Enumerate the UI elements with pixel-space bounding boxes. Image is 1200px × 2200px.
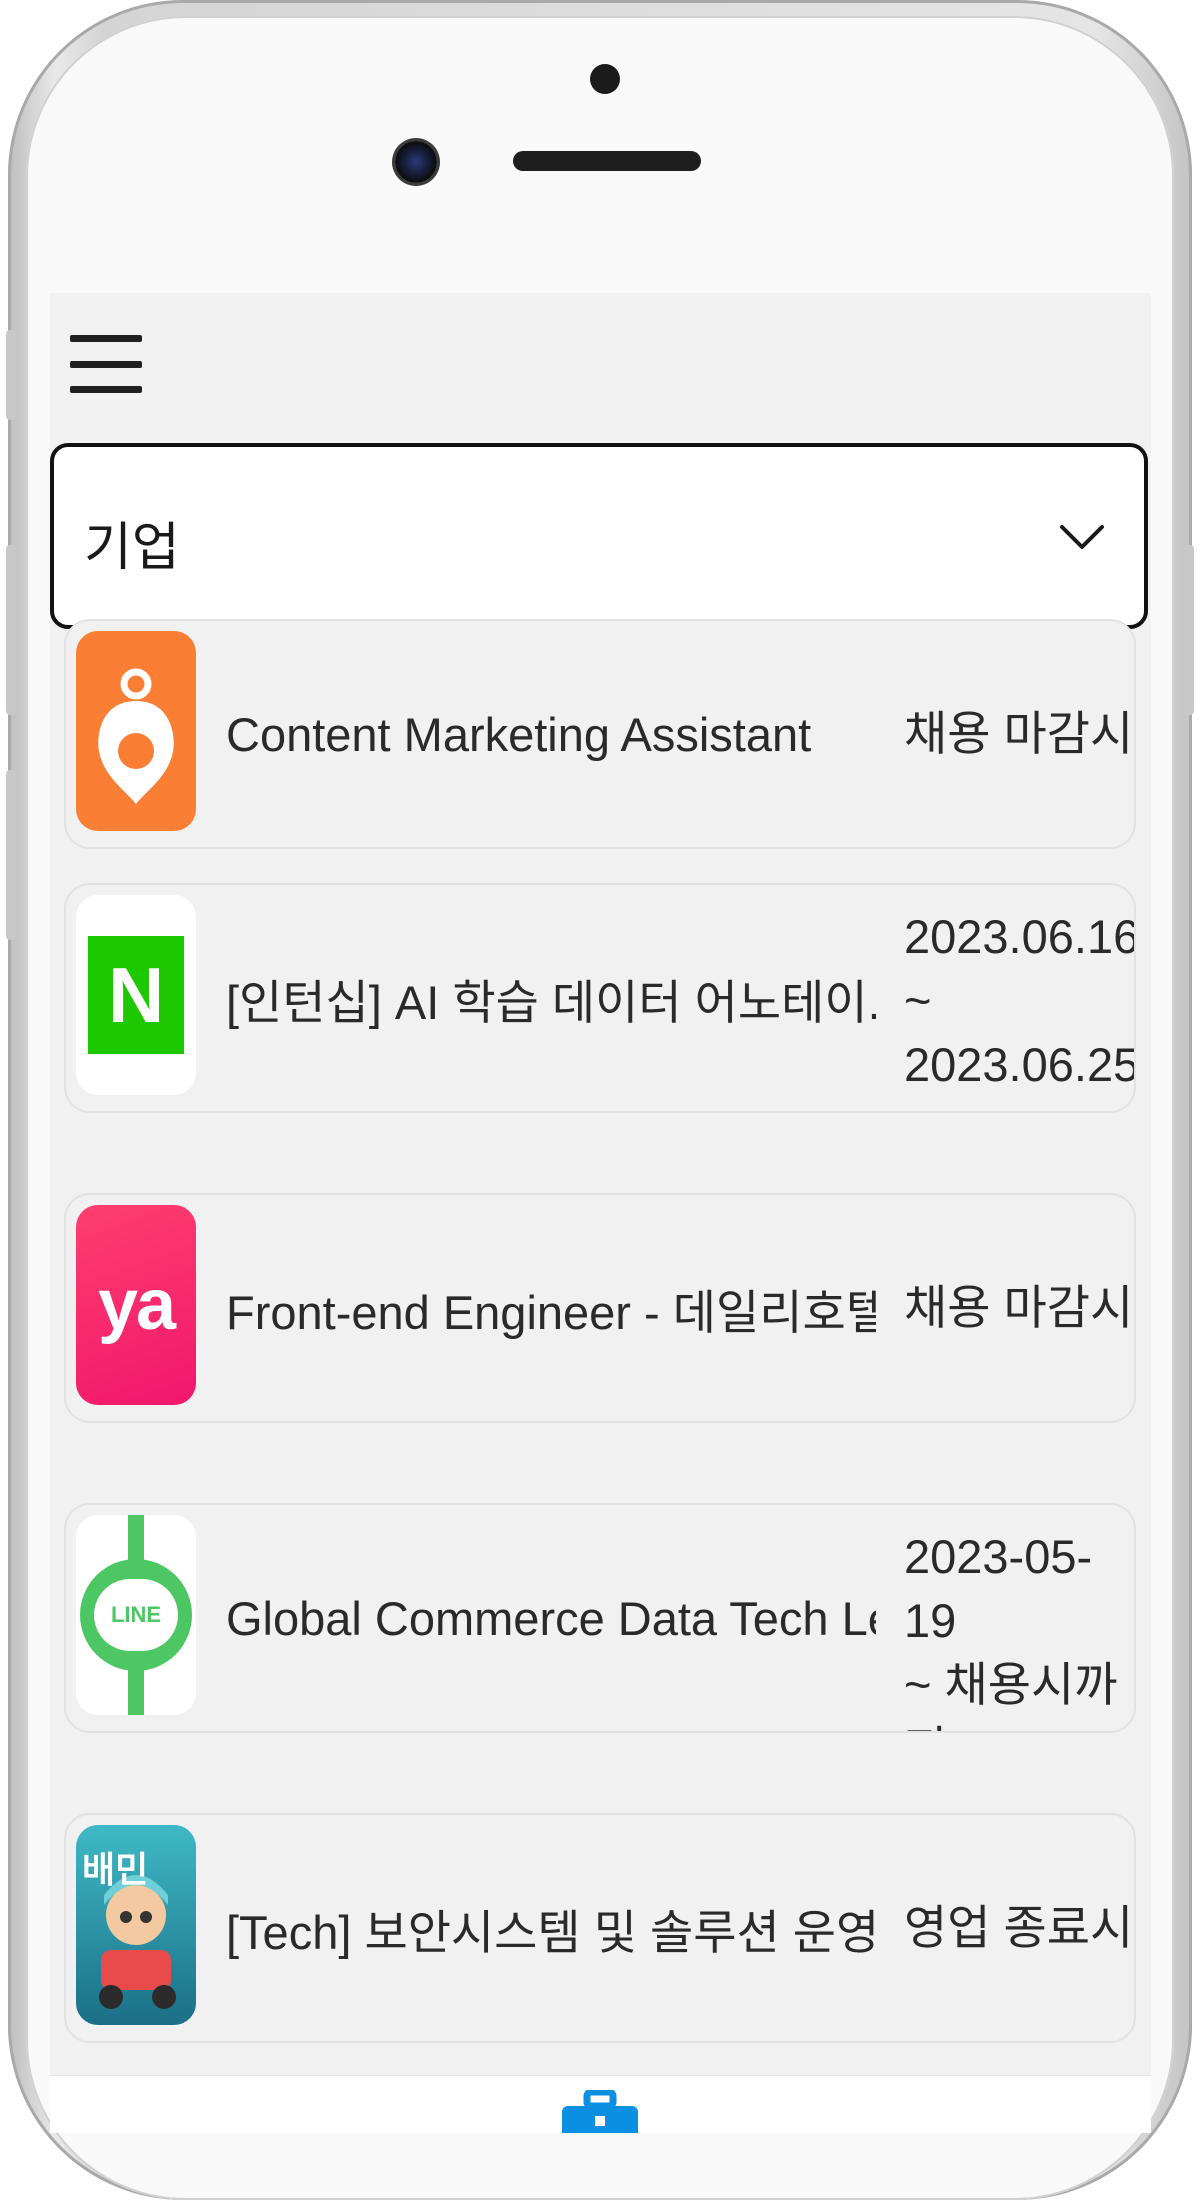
job-card[interactable]: LINE Global Commerce Data Tech Le... 202… [64,1503,1136,1733]
category-dropdown-value: 기업 [84,518,180,578]
job-title: [인턴십] AI 학습 데이터 어노테이... [226,975,876,1029]
app-screen: 기업 Content Marketing Assistant 채용 마감시 N [50,293,1151,2133]
briefcase-icon[interactable] [560,2090,640,2133]
job-title: [Tech] 보안시스템 및 솔루션 운영... [226,1905,876,1959]
line-logo-text: LINE [110,1602,162,1627]
baemin-logo-text: 배민 [82,1850,149,1891]
naver-logo: N [76,895,196,1095]
job-card[interactable]: Content Marketing Assistant 채용 마감시 [64,619,1136,849]
job-deadline: 2023-05-19 ~ 채용시까 지 [904,1530,1118,1731]
category-dropdown[interactable]: 기업 [50,443,1148,629]
job-card[interactable]: N [인턴십] AI 학습 데이터 어노테이... 2023.06.16 ~ 2… [64,883,1136,1113]
volume-down-button [6,770,16,940]
hamburger-menu-icon[interactable] [70,335,142,393]
yanolja-logo-text: ya [97,1265,176,1345]
job-title: Content Marketing Assistant [226,707,812,761]
job-deadline: 채용 마감시 [904,707,1134,760]
silent-switch [6,330,16,420]
power-button [1184,545,1194,715]
job-title: Global Commerce Data Tech Le... [226,1591,876,1645]
job-deadline: 채용 마감시 [904,1281,1134,1334]
job-card[interactable]: 배민 [Tech] 보안시스템 및 솔루션 운영... 영업 종료시 [64,1813,1136,2043]
line-logo: LINE [76,1515,196,1715]
job-title: Front-end Engineer - 데일리호텔 i... [226,1285,876,1339]
naver-logo-letter: N [107,950,165,1039]
earpiece-speaker [513,151,701,171]
chevron-down-icon [1060,525,1104,549]
volume-up-button [6,545,16,715]
job-deadline: 영업 종료시 [904,1901,1134,1954]
front-camera [395,141,437,183]
baemin-logo: 배민 [76,1825,196,2025]
pin-logo-icon [98,668,174,804]
bottom-navigation [50,2075,1151,2133]
proximity-sensor [590,64,620,94]
orange-pin-logo [76,631,196,831]
job-card[interactable]: ya Front-end Engineer - 데일리호텔 i... 채용 마감… [64,1193,1136,1423]
job-deadline: 2023.06.16 ~ 2023.06.25 [904,910,1134,1091]
yanolja-logo: ya [76,1205,196,1405]
